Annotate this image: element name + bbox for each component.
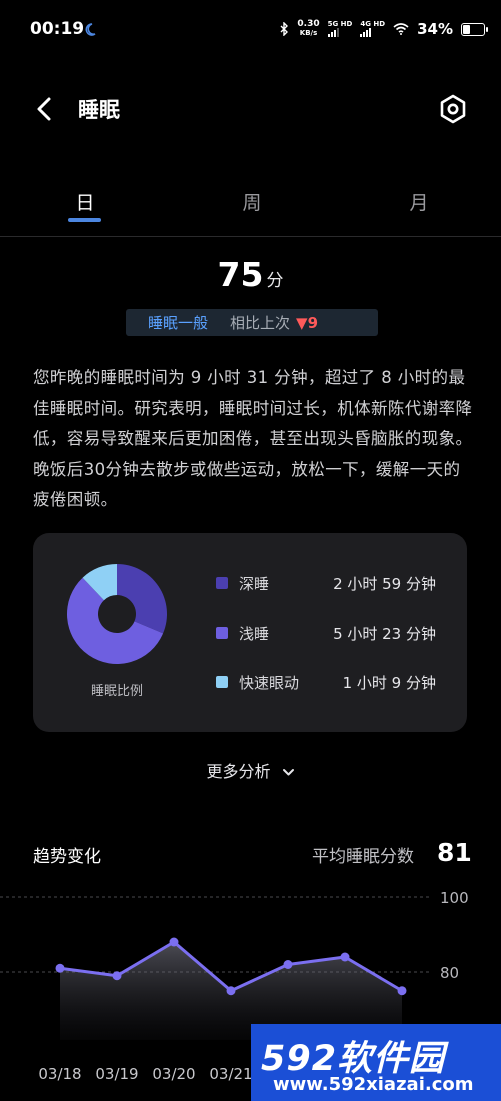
back-arrow-icon[interactable] bbox=[34, 96, 56, 122]
x-tick-label: 03/20 bbox=[152, 1065, 195, 1083]
x-tick-label: 03/19 bbox=[95, 1065, 138, 1083]
battery-percent: 34% bbox=[417, 20, 453, 38]
average-score-value: 81 bbox=[437, 838, 472, 867]
sleep-donut-chart bbox=[67, 564, 167, 664]
status-bar: 00:19 0.30 KB/s 5G HD 4G HD 34% bbox=[0, 0, 501, 62]
donut-slice-deep-sleep bbox=[117, 564, 167, 634]
net-speed-unit: KB/s bbox=[299, 29, 318, 37]
deep-sleep-swatch bbox=[216, 577, 228, 589]
tab-indicator bbox=[68, 218, 101, 222]
score-compare-badge: 睡眠一般 相比上次 ▼9 bbox=[126, 309, 378, 336]
y-tick-label: 80 bbox=[440, 964, 459, 982]
x-tick-label: 03/18 bbox=[38, 1065, 81, 1083]
score-value: 75 bbox=[217, 255, 264, 294]
y-tick-label: 100 bbox=[440, 889, 469, 907]
legend-duration: 5 小时 23 分钟 bbox=[333, 624, 436, 643]
sim2-signal: 4G HD bbox=[360, 21, 385, 37]
sleep-description: 您昨晚的睡眠时间为 9 小时 31 分钟，超过了 8 小时的最佳睡眠时间。研究表… bbox=[33, 368, 473, 509]
tab-week[interactable]: 周 bbox=[242, 188, 261, 215]
legend-name: 快速眼动 bbox=[239, 673, 300, 692]
sleep-page: 00:19 0.30 KB/s 5G HD 4G HD 34% 睡眠 日 周 月… bbox=[0, 0, 501, 1101]
x-tick-label: 03/21 bbox=[209, 1065, 252, 1083]
legend-duration: 2 小时 59 分钟 bbox=[333, 574, 436, 593]
donut-label: 睡眠比例 bbox=[90, 684, 143, 699]
trend-point[interactable] bbox=[226, 986, 236, 996]
sleep-level: 睡眠一般 bbox=[148, 314, 209, 332]
site-watermark: 592软件园 www.592xiazai.com bbox=[251, 1024, 501, 1101]
sleep-score: 75 分 bbox=[0, 255, 501, 294]
chevron-down-icon bbox=[282, 769, 294, 776]
tab-day[interactable]: 日 bbox=[75, 188, 94, 215]
legend-name: 浅睡 bbox=[239, 624, 270, 643]
sim1-signal: 5G HD bbox=[327, 20, 353, 37]
score-unit: 分 bbox=[266, 271, 284, 291]
app-header: 睡眠 bbox=[0, 80, 501, 138]
clock: 00:19 bbox=[30, 19, 85, 39]
trend-point[interactable] bbox=[340, 952, 350, 962]
rem-sleep-swatch bbox=[216, 676, 228, 688]
trend-point[interactable] bbox=[169, 937, 179, 947]
legend-light-sleep: 浅睡 5 小时 23 分钟 bbox=[216, 622, 436, 644]
status-right: 0.30 KB/s 5G HD 4G HD 34% bbox=[280, 20, 488, 38]
trend-point[interactable] bbox=[283, 960, 293, 969]
legend-duration: 1 小时 9 分钟 bbox=[342, 673, 436, 692]
settings-icon[interactable] bbox=[438, 94, 468, 124]
legend-name: 深睡 bbox=[239, 574, 270, 593]
moon-icon bbox=[85, 23, 96, 36]
battery-icon bbox=[461, 22, 488, 36]
trend-point[interactable] bbox=[112, 971, 122, 981]
light-sleep-swatch bbox=[216, 627, 228, 639]
legend-rem-sleep: 快速眼动 1 小时 9 分钟 bbox=[216, 671, 436, 693]
legend-deep-sleep: 深睡 2 小时 59 分钟 bbox=[216, 572, 436, 594]
sim1-label: 5G HD bbox=[327, 20, 353, 28]
page-title: 睡眠 bbox=[78, 98, 120, 122]
sleep-composition-card: 睡眠比例 深睡 2 小时 59 分钟 浅睡 5 小时 23 分钟 快速眼动 1 … bbox=[33, 533, 467, 732]
average-score-label: 平均睡眠分数 bbox=[312, 847, 414, 867]
trend-point[interactable] bbox=[55, 963, 65, 973]
bluetooth-icon bbox=[280, 22, 289, 36]
sim2-label: 4G HD bbox=[360, 20, 386, 28]
wifi-icon bbox=[393, 23, 409, 35]
score-delta: ▼9 bbox=[296, 313, 319, 332]
watermark-url: www.592xiazai.com bbox=[273, 1074, 474, 1095]
period-tabs: 日 周 月 bbox=[0, 180, 501, 237]
compare-label: 相比上次 bbox=[230, 314, 291, 332]
network-speed: 0.30 KB/s bbox=[297, 20, 319, 38]
more-analysis-button[interactable]: 更多分析 bbox=[0, 758, 501, 782]
net-speed-value: 0.30 bbox=[297, 19, 320, 29]
more-analysis-label: 更多分析 bbox=[206, 762, 271, 781]
trend-title: 趋势变化 bbox=[33, 847, 101, 867]
trend-point[interactable] bbox=[397, 986, 407, 996]
tab-month[interactable]: 月 bbox=[409, 188, 428, 215]
